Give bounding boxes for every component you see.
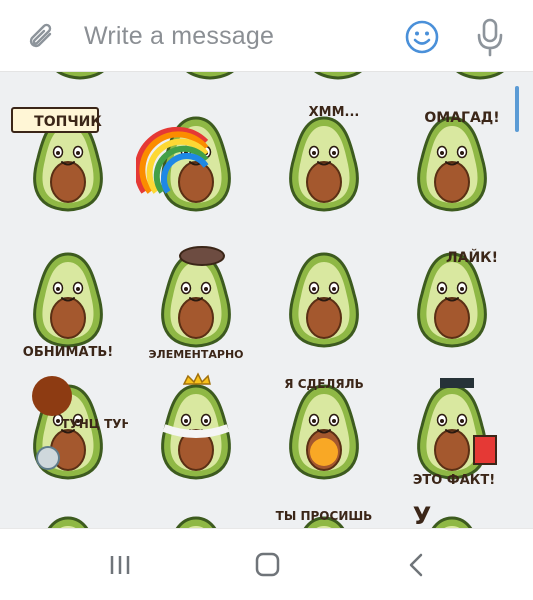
paperclip-icon[interactable] xyxy=(24,20,60,56)
sticker-caption: Я СДЕЛЯЛЬ xyxy=(284,377,363,391)
sticker[interactable]: У xyxy=(392,502,512,528)
sticker-image xyxy=(134,116,231,212)
sticker[interactable]: ТЫ ПРОСИШЬ xyxy=(264,504,384,528)
sticker-image: ХММ... xyxy=(289,105,360,212)
sticker-image: ЛАЙК! xyxy=(417,249,498,348)
home-button[interactable] xyxy=(247,547,287,583)
sticker-caption: У xyxy=(413,504,432,528)
sticker-image: ОМАГАД! xyxy=(417,110,500,212)
avocado-character xyxy=(289,252,359,348)
sticker-caption: ЭТО ФАКТ! xyxy=(413,473,495,488)
microphone-icon[interactable] xyxy=(474,17,506,57)
sticker-partial[interactable] xyxy=(150,72,270,92)
sticker-caption: ТУНЦ ТУНЦ xyxy=(61,417,128,431)
sticker-partial[interactable] xyxy=(278,72,398,92)
avocado-character xyxy=(161,372,231,480)
sticker-image: Я СДЕЛЯЛЬ xyxy=(284,377,364,480)
sticker[interactable]: ТОПЧИК xyxy=(8,104,128,224)
avocado-character xyxy=(314,72,362,80)
avocado-character xyxy=(456,72,504,80)
recents-button[interactable] xyxy=(100,547,140,583)
sticker-image xyxy=(175,516,217,528)
avocado-character xyxy=(186,72,234,80)
sticker-panel: ТОПЧИК ХММ... ОМАГАД! ОБНИМАТЬ! ЭЛЕМЕНТА… xyxy=(0,72,533,528)
sticker-image: ТОПЧИК xyxy=(11,107,103,212)
avocado-character xyxy=(134,116,231,212)
sticker[interactable]: ОМАГАД! xyxy=(392,104,512,224)
sticker-image xyxy=(47,516,89,528)
message-composer: Write a message xyxy=(0,0,533,72)
avocado-character xyxy=(175,516,217,528)
avocado-character xyxy=(417,252,487,348)
sticker-scrollbar[interactable] xyxy=(515,86,519,132)
avocado-character xyxy=(56,72,104,80)
sticker[interactable]: ТУНЦ ТУНЦ xyxy=(8,372,143,492)
sticker[interactable]: ОБНИМАТЬ! xyxy=(8,240,128,360)
sticker-caption: ЭЛЕМЕНТАРНО xyxy=(148,348,243,360)
avocado-character xyxy=(161,246,231,348)
sticker[interactable] xyxy=(136,504,256,528)
sticker-image: ТЫ ПРОСИШЬ xyxy=(276,509,373,528)
emoji-icon[interactable] xyxy=(404,19,440,55)
avocado-character xyxy=(33,252,103,348)
avocado-character xyxy=(289,384,359,480)
sticker[interactable] xyxy=(264,240,384,360)
sticker-image: У xyxy=(413,502,473,528)
sticker[interactable]: Я СДЕЛЯЛЬ xyxy=(264,372,384,492)
sticker[interactable]: ЛАЙК! xyxy=(392,240,512,360)
sticker-partial[interactable] xyxy=(20,72,140,92)
sticker[interactable]: ЭТО ФАКТ! xyxy=(392,372,512,492)
sticker-caption: ЛАЙК! xyxy=(446,249,498,266)
back-button[interactable] xyxy=(397,547,437,583)
sticker-caption: ТОПЧИК xyxy=(34,114,102,130)
sticker-image xyxy=(161,372,231,480)
message-input[interactable]: Write a message xyxy=(84,22,274,51)
sticker[interactable]: ЭЛЕМЕНТАРНО xyxy=(136,240,256,361)
sticker[interactable] xyxy=(136,372,256,492)
sticker-image: ОБНИМАТЬ! xyxy=(23,252,113,360)
avocado-character xyxy=(417,116,487,212)
sticker-caption: ОБНИМАТЬ! xyxy=(23,345,113,360)
avocado-character xyxy=(417,378,497,480)
sticker[interactable]: ХММ... xyxy=(264,104,384,224)
sticker-image: ТУНЦ ТУНЦ xyxy=(32,376,143,480)
sticker[interactable] xyxy=(8,504,128,528)
sticker-caption: ХММ... xyxy=(309,105,360,120)
sticker-caption: ТЫ ПРОСИШЬ xyxy=(276,509,373,523)
avocado-character xyxy=(289,116,359,212)
sticker-image xyxy=(289,252,359,348)
sticker[interactable] xyxy=(134,104,256,224)
sticker-image: ЭТО ФАКТ! xyxy=(413,378,497,488)
system-navigation-bar xyxy=(0,528,533,600)
sticker-caption: ОМАГАД! xyxy=(424,110,499,126)
avocado-character xyxy=(47,516,89,528)
sticker-image: ЭЛЕМЕНТАРНО xyxy=(148,246,244,361)
